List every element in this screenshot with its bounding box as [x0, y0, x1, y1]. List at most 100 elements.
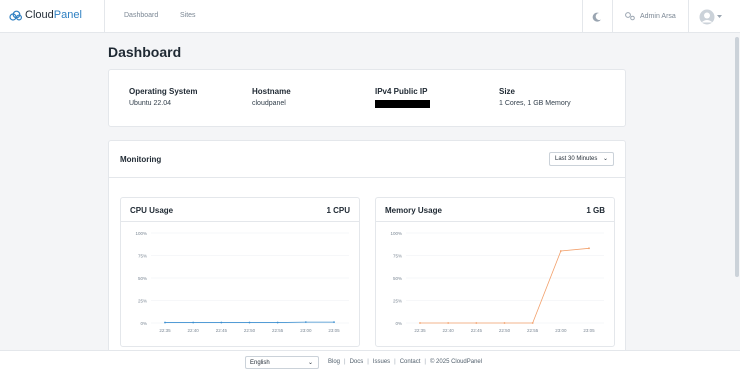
- info-ip: IPv4 Public IP: [375, 87, 430, 108]
- divider: [612, 0, 613, 33]
- cogs-icon: [625, 12, 635, 21]
- info-label: IPv4 Public IP: [375, 87, 428, 96]
- x-tick-label: 22:55: [527, 328, 539, 333]
- admin-area-label: Admin Arsa: [640, 12, 676, 20]
- separator: |: [394, 359, 396, 365]
- data-point: [220, 321, 223, 324]
- x-tick-label: 22:40: [188, 328, 200, 333]
- divider: [582, 0, 583, 33]
- data-point: [304, 321, 307, 323]
- memory-usage-chart: 100% 75% 50% 25% 0% 22:35 22:40 22:45 22:50 22:55…: [390, 231, 604, 333]
- language-value: English: [250, 360, 270, 366]
- time-range-value: Last 30 Minutes: [555, 156, 598, 162]
- page-scrollbar[interactable]: [734, 33, 740, 350]
- info-os: Operating System Ubuntu 22.04: [129, 87, 197, 107]
- data-point: [419, 322, 421, 324]
- chart-title: Memory Usage: [385, 206, 442, 215]
- data-point: [475, 322, 478, 324]
- y-tick-label: 100%: [390, 231, 402, 236]
- separator: |: [424, 359, 426, 365]
- data-point: [531, 322, 534, 324]
- data-point: [248, 321, 251, 324]
- x-tick-label: 22:50: [499, 328, 511, 333]
- info-value: Ubuntu 22.04: [129, 100, 172, 107]
- cloudpanel-logo[interactable]: CloudPanel: [9, 9, 82, 21]
- top-navbar: CloudPanel Dashboard Sites Admin Arsa: [0, 0, 740, 33]
- x-tick-label: 22:50: [244, 328, 256, 333]
- separator: |: [344, 359, 346, 365]
- avatar-icon: [699, 9, 715, 25]
- y-tick-label: 25%: [393, 299, 402, 304]
- divider: [688, 0, 689, 33]
- chart-header: Memory Usage 1 GB: [376, 198, 614, 222]
- x-tick-label: 22:35: [159, 328, 171, 333]
- info-label: Size: [499, 87, 516, 96]
- monitoring-header: Monitoring Last 30 Minutes ⌄: [109, 141, 625, 178]
- info-label: Hostname: [252, 87, 291, 96]
- info-hostname: Hostname cloudpanel: [252, 87, 291, 107]
- chevron-down-icon: ⌄: [307, 360, 313, 366]
- data-point: [559, 250, 562, 252]
- info-value: 1 Cores, 1 GB Memory: [499, 100, 571, 107]
- divider: [104, 0, 105, 33]
- data-point: [588, 247, 590, 250]
- info-label: Operating System: [129, 87, 198, 96]
- x-tick-label: 22:45: [471, 328, 483, 333]
- footer: English ⌄ Blog | Docs | Issues | Contact…: [0, 350, 740, 373]
- footer-link-issues[interactable]: Issues: [373, 359, 390, 365]
- dark-mode-toggle[interactable]: [591, 10, 603, 28]
- monitoring-title: Monitoring: [120, 155, 162, 164]
- scrollbar-thumb[interactable]: [735, 37, 739, 277]
- memory-usage-card: Memory Usage 1 GB 100% 75% 50% 25% 0% 22:35 22…: [375, 197, 615, 347]
- y-tick-label: 75%: [138, 254, 147, 259]
- data-point: [164, 321, 166, 324]
- cpu-usage-card: CPU Usage 1 CPU 100% 75% 50% 25% 0% 22:35 22:4…: [120, 197, 360, 347]
- footer-link-docs[interactable]: Docs: [350, 359, 364, 365]
- x-tick-label: 23:05: [583, 328, 595, 333]
- y-tick-label: 25%: [138, 299, 147, 304]
- y-tick-label: 0%: [140, 321, 147, 326]
- copyright: © 2025 CloudPanel: [429, 359, 483, 365]
- separator: |: [367, 359, 369, 365]
- language-select[interactable]: English ⌄: [245, 356, 319, 369]
- data-point: [447, 322, 450, 324]
- x-tick-label: 23:00: [300, 328, 312, 333]
- x-tick-label: 22:55: [272, 328, 284, 333]
- chart-header: CPU Usage 1 CPU: [121, 198, 359, 222]
- redacted-ip: [375, 100, 430, 108]
- chart-title: CPU Usage: [130, 206, 174, 215]
- x-tick-label: 23:05: [328, 328, 340, 333]
- chevron-down-icon: ⌄: [602, 156, 608, 162]
- y-tick-label: 50%: [138, 276, 147, 281]
- y-tick-label: 50%: [393, 276, 402, 281]
- cloud-icon: [9, 10, 22, 21]
- x-tick-label: 22:45: [216, 328, 228, 333]
- nav-dashboard[interactable]: Dashboard: [124, 12, 158, 19]
- y-tick-label: 100%: [135, 231, 147, 236]
- logo-text: CloudPanel: [25, 9, 82, 21]
- time-range-select[interactable]: Last 30 Minutes ⌄: [549, 152, 614, 166]
- series-line: [420, 247, 590, 324]
- data-point: [192, 321, 195, 324]
- server-info-card: Operating System Ubuntu 22.04 Hostname c…: [108, 69, 626, 127]
- x-tick-label: 23:00: [555, 328, 567, 333]
- info-value: cloudpanel: [252, 100, 286, 107]
- x-tick-label: 22:35: [414, 328, 426, 333]
- footer-links: Blog | Docs | Issues | Contact | © 2025 …: [328, 359, 482, 365]
- x-tick-label: 22:40: [443, 328, 455, 333]
- footer-link-blog[interactable]: Blog: [328, 359, 340, 365]
- data-point: [503, 322, 506, 324]
- chart-meta: 1 GB: [586, 206, 605, 215]
- page-title: Dashboard: [108, 44, 182, 60]
- nav-sites[interactable]: Sites: [180, 12, 196, 19]
- data-point: [276, 321, 279, 324]
- y-tick-label: 75%: [393, 254, 402, 259]
- y-tick-label: 0%: [395, 321, 402, 326]
- caret-down-icon: [717, 15, 722, 18]
- user-menu[interactable]: [699, 9, 722, 25]
- chart-meta: 1 CPU: [326, 206, 350, 215]
- data-point: [333, 321, 335, 323]
- admin-area-link[interactable]: Admin Arsa: [624, 11, 676, 21]
- monitoring-card: Monitoring Last 30 Minutes ⌄ CPU Usage 1…: [108, 140, 626, 360]
- footer-link-contact[interactable]: Contact: [400, 359, 421, 365]
